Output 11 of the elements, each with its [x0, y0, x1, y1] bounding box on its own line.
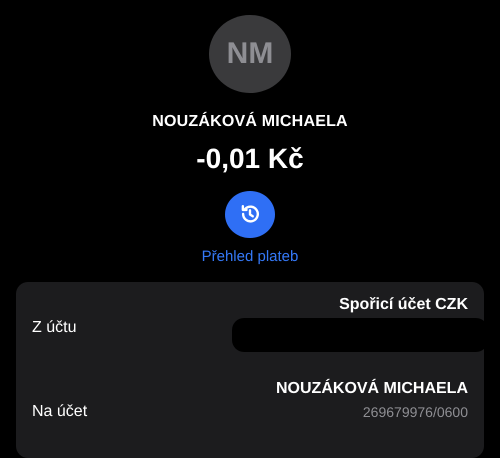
history-button[interactable] [225, 190, 275, 238]
history-icon [239, 203, 261, 226]
history-link[interactable]: Přehled plateb [202, 248, 298, 265]
account-number: 269679976/0600 [362, 404, 468, 420]
detail-value: NOUZÁKOVÁ MICHAELA [276, 380, 468, 398]
counterparty-name: NOUZÁKOVÁ MICHAELA [152, 112, 348, 131]
detail-label: Na účet [32, 403, 88, 421]
detail-value: Spořicí účet CZK [339, 296, 468, 314]
avatar: NM [209, 15, 291, 93]
detail-label: Z účtu [32, 319, 76, 337]
amount: -0,01 Kč [196, 142, 304, 175]
